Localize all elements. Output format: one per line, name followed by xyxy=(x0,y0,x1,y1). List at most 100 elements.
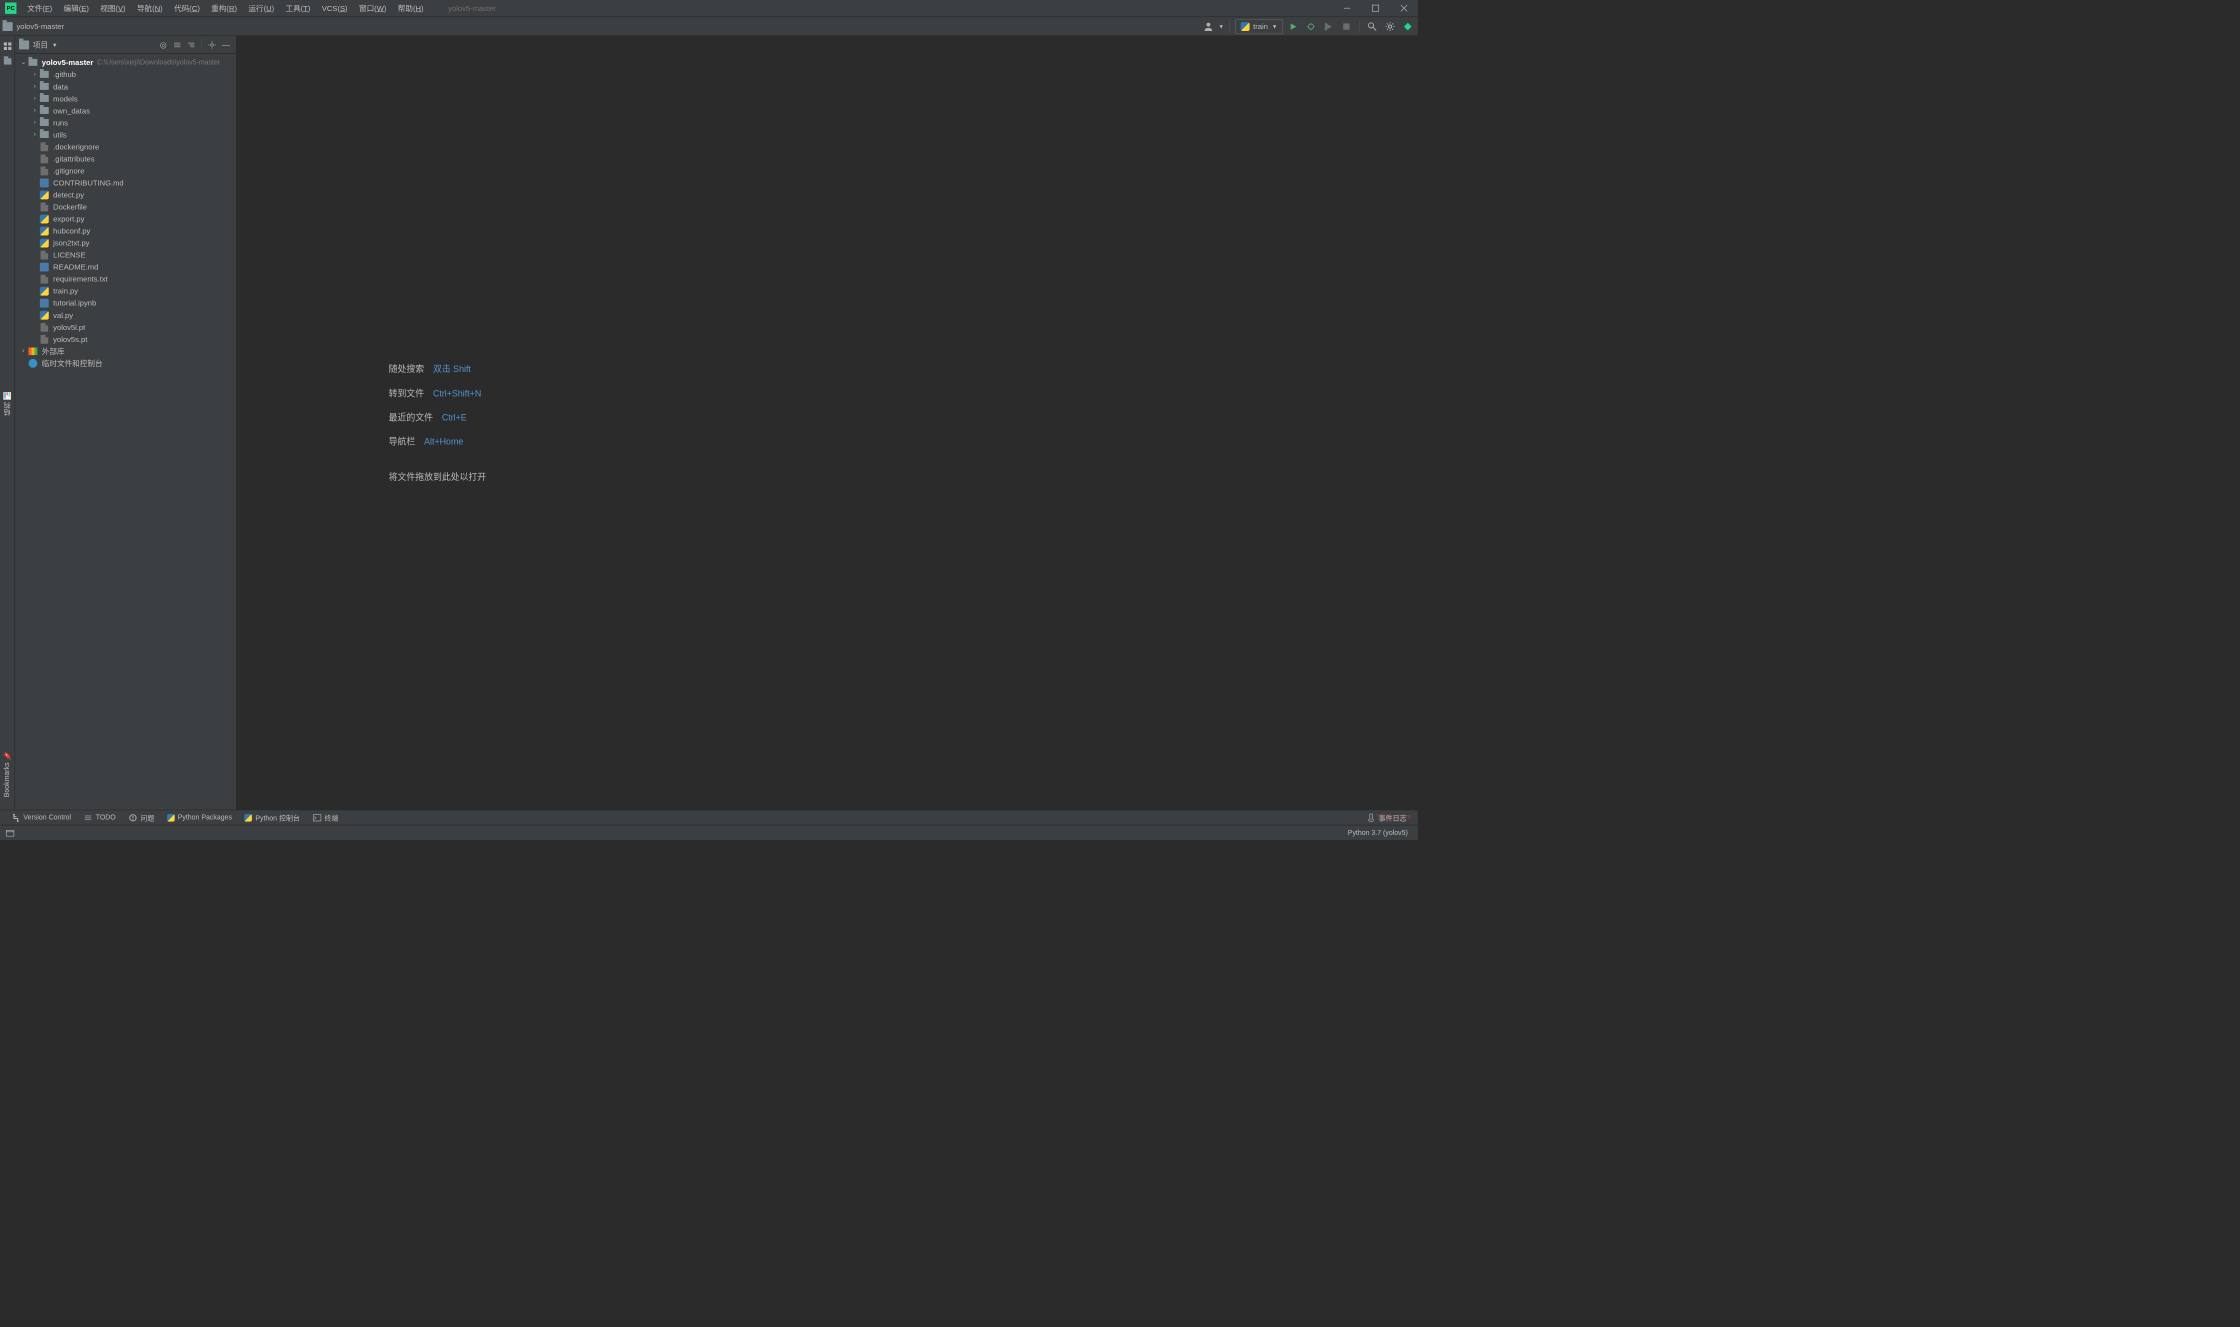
tree-item[interactable]: detect.py xyxy=(15,189,236,201)
file-icon xyxy=(41,250,49,259)
tree-item[interactable]: LICENSE xyxy=(15,249,236,261)
welcome-tip: 转到文件Ctrl+Shift+N xyxy=(389,387,1418,400)
tree-item[interactable]: .gitignore xyxy=(15,165,236,177)
interpreter-status[interactable]: Python 3.7 (yolov5) xyxy=(1348,829,1408,837)
tree-item[interactable]: 临时文件和控制台 xyxy=(15,357,236,369)
tree-item[interactable]: tutorial.ipynb xyxy=(15,297,236,309)
select-opened-file-button[interactable]: ◎ xyxy=(157,38,170,51)
welcome-shortcut[interactable]: 双击 Shift xyxy=(433,363,471,376)
todo-button[interactable]: TODO xyxy=(77,810,122,825)
chevron-right-icon[interactable]: › xyxy=(19,348,28,355)
tree-item[interactable]: ›own_datas xyxy=(15,104,236,116)
settings-icon[interactable] xyxy=(206,38,219,51)
tree-item[interactable]: val.py xyxy=(15,309,236,321)
tree-item[interactable]: hubconf.py xyxy=(15,225,236,237)
menu-item[interactable]: 文件(F) xyxy=(22,0,58,17)
chevron-right-icon[interactable]: › xyxy=(30,71,39,78)
menu-item[interactable]: 工具(T) xyxy=(280,0,316,17)
project-title[interactable]: 项目 xyxy=(33,39,48,50)
expand-all-button[interactable] xyxy=(171,38,184,51)
tree-label: runs xyxy=(53,118,68,127)
welcome-shortcut[interactable]: Alt+Home xyxy=(424,436,463,446)
tree-item[interactable]: › runs xyxy=(15,116,236,128)
menu-item[interactable]: VCS(S) xyxy=(316,0,353,17)
tree-item[interactable]: requirements.txt xyxy=(15,273,236,285)
chevron-right-icon[interactable]: › xyxy=(30,95,39,102)
folder-icon xyxy=(40,83,49,90)
tree-label: yolov5-master xyxy=(42,58,94,67)
md-icon xyxy=(40,262,49,271)
close-button[interactable] xyxy=(1389,0,1417,17)
python-icon xyxy=(1241,22,1250,31)
problems-button[interactable]: 问题 xyxy=(122,810,161,825)
tree-item[interactable]: Dockerfile xyxy=(15,201,236,213)
version-control-button[interactable]: Version Control xyxy=(5,810,77,825)
py-icon xyxy=(40,214,49,223)
tree-item[interactable]: ›.github xyxy=(15,68,236,80)
tree-item[interactable]: ›data xyxy=(15,80,236,92)
tree-item[interactable]: .gitattributes xyxy=(15,153,236,165)
tree-item[interactable]: export.py xyxy=(15,213,236,225)
search-button[interactable] xyxy=(1365,19,1380,34)
python-packages-button[interactable]: Python Packages xyxy=(161,810,239,825)
tree-item[interactable]: json2txt.py xyxy=(15,237,236,249)
menu-item[interactable]: 代码(C) xyxy=(168,0,205,17)
maximize-button[interactable] xyxy=(1361,0,1389,17)
window-title: yolov5-master xyxy=(448,4,496,13)
menu-item[interactable]: 导航(N) xyxy=(131,0,168,17)
file-icon xyxy=(41,323,49,332)
tree-label: 外部库 xyxy=(42,346,65,357)
tree-item[interactable]: ⌄yolov5-masterC:\Users\xieji\Downloads\y… xyxy=(15,56,236,68)
md-icon xyxy=(40,178,49,187)
editor-area[interactable]: 随处搜索双击 Shift转到文件Ctrl+Shift+N最近的文件Ctrl+E导… xyxy=(237,36,1418,810)
tree-item[interactable]: train.py xyxy=(15,285,236,297)
welcome-shortcut[interactable]: Ctrl+Shift+N xyxy=(433,388,481,398)
debug-button[interactable] xyxy=(1303,19,1318,34)
tree-item[interactable]: ›utils xyxy=(15,128,236,140)
menu-item[interactable]: 窗口(W) xyxy=(353,0,392,17)
tree-item[interactable]: .dockerignore xyxy=(15,141,236,153)
user-icon[interactable] xyxy=(1201,19,1216,34)
hide-button[interactable]: — xyxy=(220,38,233,51)
bookmarks-tool-button[interactable]: Bookmarks 🔖 xyxy=(2,746,13,802)
chevron-down-icon[interactable]: ⌄ xyxy=(19,59,28,66)
coverage-button[interactable] xyxy=(1321,19,1336,34)
project-tool-button[interactable] xyxy=(1,40,14,53)
tree-label: train.py xyxy=(53,286,78,295)
chevron-right-icon[interactable]: › xyxy=(30,83,39,90)
stop-button[interactable] xyxy=(1339,19,1354,34)
chevron-right-icon[interactable]: › xyxy=(30,119,39,126)
chevron-right-icon[interactable]: › xyxy=(30,131,39,138)
breadcrumb[interactable]: yolov5-master xyxy=(16,22,64,31)
terminal-button[interactable]: 终端 xyxy=(306,810,345,825)
tree-item[interactable]: ›models xyxy=(15,92,236,104)
menu-item[interactable]: 重构(R) xyxy=(206,0,243,17)
menu-item[interactable]: 编辑(E) xyxy=(58,0,95,17)
py-icon xyxy=(40,286,49,295)
menu-item[interactable]: 运行(U) xyxy=(243,0,280,17)
python-console-button[interactable]: Python 控制台 xyxy=(238,810,306,825)
tool-windows-button[interactable] xyxy=(4,826,17,839)
settings-button[interactable] xyxy=(1382,19,1397,34)
chevron-down-icon[interactable]: ▼ xyxy=(52,41,58,47)
chevron-right-icon[interactable]: › xyxy=(30,107,39,114)
welcome-shortcut[interactable]: Ctrl+E xyxy=(442,412,467,422)
commit-tool-button[interactable] xyxy=(1,55,14,68)
structure-tool-button[interactable]: 结构 📊 xyxy=(1,386,14,421)
run-config-label: train xyxy=(1253,22,1268,31)
menu-item[interactable]: 视图(V) xyxy=(95,0,132,17)
run-button[interactable] xyxy=(1286,19,1301,34)
tree-item[interactable]: yolov5s.pt xyxy=(15,333,236,345)
chevron-down-icon[interactable]: ▼ xyxy=(1218,23,1224,29)
code-with-me-button[interactable] xyxy=(1400,19,1415,34)
tree-item[interactable]: yolov5l.pt xyxy=(15,321,236,333)
run-config-selector[interactable]: train ▼ xyxy=(1235,19,1283,34)
tree-item[interactable]: README.md xyxy=(15,261,236,273)
collapse-all-button[interactable] xyxy=(185,38,198,51)
tree-label: yolov5l.pt xyxy=(53,323,85,332)
minimize-button[interactable] xyxy=(1332,0,1360,17)
menu-item[interactable]: 帮助(H) xyxy=(392,0,429,17)
tree-item[interactable]: CONTRIBUTING.md xyxy=(15,177,236,189)
project-tree[interactable]: ⌄yolov5-masterC:\Users\xieji\Downloads\y… xyxy=(15,54,236,810)
tree-item[interactable]: › 外部库 xyxy=(15,345,236,357)
